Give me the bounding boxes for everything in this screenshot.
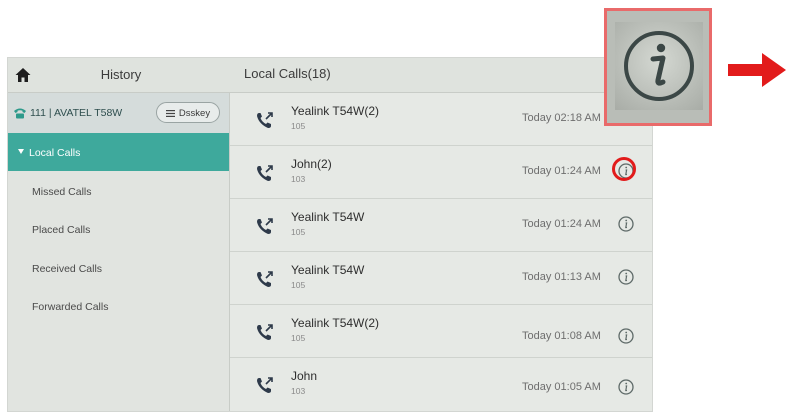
call-number: 105 <box>291 121 306 131</box>
call-name: Yealink T54W(2) <box>291 104 380 118</box>
account-row[interactable]: 111 | AVATEL T58W Dsskey <box>8 93 229 133</box>
call-row[interactable]: Yealink T54W(2) 105 Today 02:18 AM <box>230 93 652 146</box>
caret-down-icon <box>18 149 24 154</box>
outgoing-call-icon <box>257 324 273 340</box>
info-icon-magnified <box>615 22 703 110</box>
call-name: Yealink T54W(2) <box>291 316 380 330</box>
highlight-ring <box>612 157 636 181</box>
sidebar-item-forwarded-calls[interactable]: Forwarded Calls <box>8 287 229 325</box>
call-row[interactable]: John(2) 103 Today 01:24 AM <box>230 146 652 199</box>
desk-phone-icon <box>14 108 26 119</box>
sidebar-item-label: Received Calls <box>32 263 103 275</box>
call-list: Yealink T54W(2) 105 Today 02:18 AM John(… <box>230 93 652 411</box>
sidebar-item-label: Missed Calls <box>32 186 92 198</box>
sidebar-item-missed-calls[interactable]: Missed Calls <box>8 172 229 210</box>
call-row[interactable]: Yealink T54W 105 Today 01:13 AM <box>230 252 652 305</box>
call-number: 103 <box>291 386 306 396</box>
call-name: Yealink T54W <box>291 210 365 224</box>
call-number: 103 <box>291 174 306 184</box>
info-icon[interactable] <box>617 327 635 345</box>
list-title: Local Calls(18) <box>244 66 331 81</box>
sidebar-item-local-calls[interactable]: Local Calls <box>8 133 229 171</box>
call-row[interactable]: John 103 Today 01:05 AM <box>230 358 652 410</box>
dsskey-label: Dsskey <box>178 108 211 119</box>
sidebar-item-label: Local Calls <box>29 147 81 159</box>
info-icon[interactable] <box>617 215 635 233</box>
sidebar-item-label: Forwarded Calls <box>32 301 109 313</box>
call-number: 105 <box>291 333 306 343</box>
call-number: 105 <box>291 227 306 237</box>
sidebar-item-label: Placed Calls <box>32 224 91 236</box>
call-name: Yealink T54W <box>291 263 365 277</box>
arrow-right-icon <box>728 53 786 87</box>
outgoing-call-icon <box>257 377 273 393</box>
sidebar-item-placed-calls[interactable]: Placed Calls <box>8 210 229 248</box>
call-row[interactable]: Yealink T54W 105 Today 01:24 AM <box>230 199 652 252</box>
dsskey-button[interactable]: Dsskey <box>156 102 220 123</box>
call-time: Today 01:24 AM <box>522 218 601 230</box>
call-row[interactable]: Yealink T54W(2) 105 Today 01:08 AM <box>230 305 652 358</box>
call-name: John(2) <box>291 157 332 171</box>
outgoing-call-icon <box>257 165 273 181</box>
call-time: Today 02:18 AM <box>522 112 601 124</box>
outgoing-call-icon <box>257 112 273 128</box>
top-bar: History Local Calls(18) <box>8 58 652 93</box>
info-icon[interactable] <box>617 268 635 286</box>
call-time: Today 01:24 AM <box>522 165 601 177</box>
page-title: History <box>100 67 142 82</box>
call-time: Today 01:05 AM <box>522 381 601 393</box>
call-time: Today 01:08 AM <box>522 330 601 342</box>
call-number: 105 <box>291 280 306 290</box>
account-label: 111 | AVATEL T58W <box>30 107 123 119</box>
call-name: John <box>291 369 318 383</box>
call-time: Today 01:13 AM <box>522 271 601 283</box>
list-icon <box>165 109 175 117</box>
outgoing-call-icon <box>257 218 273 234</box>
phone-screen: History Local Calls(18) 111 | AVATEL T58… <box>8 58 652 411</box>
outgoing-call-icon <box>257 271 273 287</box>
sidebar-item-received-calls[interactable]: Received Calls <box>8 249 229 287</box>
home-icon[interactable] <box>14 66 32 84</box>
zoom-callout <box>604 8 712 126</box>
sidebar: 111 | AVATEL T58W Dsskey Local Calls Mis… <box>8 93 230 411</box>
info-icon[interactable] <box>617 378 635 396</box>
